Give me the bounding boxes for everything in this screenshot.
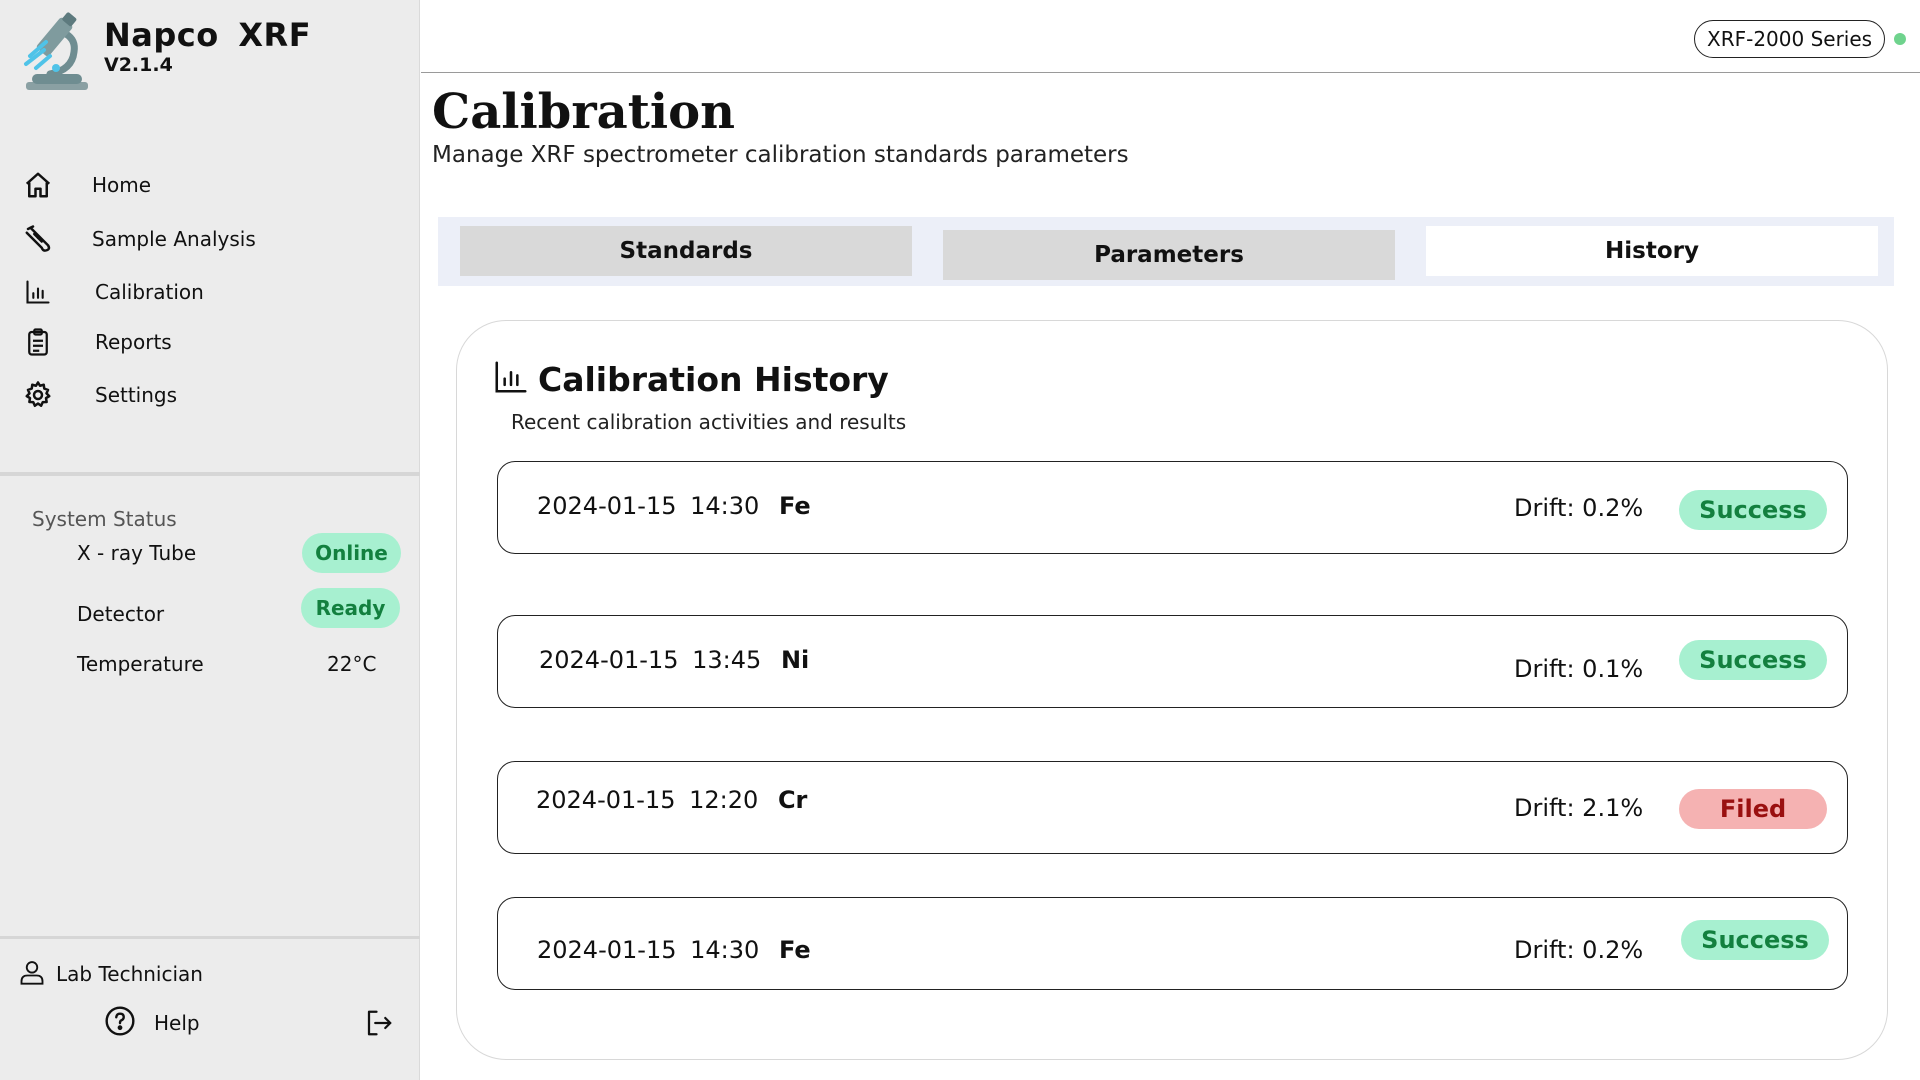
help-label: Help [154,1011,200,1035]
history-entry[interactable]: 2024-01-15 14:30 Fe Drift: 0.2% Success [497,461,1848,554]
sidebar-divider-bottom [0,936,420,939]
entry-time: 14:30 [690,936,760,964]
entry-drift: Drift: 0.2% [1514,936,1644,964]
sidebar: Napco XRF V2.1.4 Home Sample Analysis Ca… [0,0,420,1080]
gear-icon [22,379,54,411]
entry-date: 2024-01-15 [537,936,677,964]
entry-date: 2024-01-15 [536,786,676,814]
nav-item-reports[interactable]: Reports [22,322,172,362]
nav-item-sample-analysis[interactable]: Sample Analysis [22,219,256,259]
clipboard-icon [22,326,54,358]
tab-standards[interactable]: Standards [460,226,912,276]
app-name: Napco XRF [104,16,312,54]
status-value-temperature: 22°C [327,652,377,676]
home-icon [22,169,54,201]
logout-button[interactable] [364,1008,394,1042]
history-subtitle: Recent calibration activities and result… [511,410,907,434]
entry-time: 13:45 [692,646,762,674]
history-title: Calibration History [538,359,889,399]
logout-icon [364,1010,394,1042]
entry-datetime: 2024-01-15 14:30 Fe [537,936,811,964]
tab-strip: Standards Parameters History [438,217,1894,286]
nav-item-home[interactable]: Home [22,165,151,205]
entry-datetime: 2024-01-15 14:30 Fe [537,492,811,520]
entry-result-badge: Success [1681,920,1829,960]
entry-datetime: 2024-01-15 13:45 Ni [539,646,809,674]
nav-item-calibration[interactable]: Calibration [22,272,204,312]
entry-date: 2024-01-15 [537,492,677,520]
status-label-detector: Detector [77,602,165,626]
entry-time: 12:20 [689,786,759,814]
nav-label-reports: Reports [95,330,172,354]
system-status-title: System Status [32,507,177,531]
page-subtitle: Manage XRF spectrometer calibration stan… [432,142,1129,168]
help-button[interactable]: Help [104,1005,200,1041]
user-role: Lab Technician [56,962,203,986]
brand-text: Napco XRF V2.1.4 [104,16,311,76]
status-label-xray-tube: X - ray Tube [77,541,197,565]
bar-chart-icon [22,276,54,308]
tab-history[interactable]: History [1426,226,1878,276]
tab-parameters[interactable]: Parameters [943,230,1395,280]
nav-label-calibration: Calibration [95,280,204,304]
entry-date: 2024-01-15 [539,646,679,674]
history-header: Calibration History [492,358,889,400]
bar-chart-icon [492,358,530,400]
sidebar-divider [0,472,420,476]
user-profile[interactable]: Lab Technician [18,958,203,990]
entry-element: Fe [778,492,811,520]
entry-time: 14:30 [690,492,760,520]
entry-drift: Drift: 0.1% [1514,655,1644,683]
status-label-temperature: Temperature [77,652,204,676]
nav-label-settings: Settings [95,383,178,407]
history-entry[interactable]: 2024-01-15 14:30 Fe Drift: 0.2% Success [497,897,1848,990]
nav-label-sample-analysis: Sample Analysis [92,227,256,251]
device-model-badge[interactable]: XRF-2000 Series [1694,20,1886,58]
entry-datetime: 2024-01-15 12:20 Cr [536,786,807,814]
entry-drift: Drift: 0.2% [1514,494,1644,522]
history-entry[interactable]: 2024-01-15 12:20 Cr Drift: 2.1% Filed [497,761,1848,854]
history-entry[interactable]: 2024-01-15 13:45 Ni Drift: 0.1% Success [497,615,1848,708]
help-icon [104,1005,136,1041]
entry-result-badge: Success [1679,490,1827,530]
page-title: Calibration [432,84,736,140]
entry-element: Ni [780,646,810,674]
entry-result-badge: Filed [1679,789,1827,829]
user-icon [18,958,46,990]
test-tube-icon [22,223,54,255]
entry-result-badge: Success [1679,640,1827,680]
entry-element: Cr [777,786,808,814]
nav-item-settings[interactable]: Settings [22,375,177,415]
status-badge-xray-tube: Online [302,533,401,573]
nav-label-home: Home [92,173,152,197]
brand [22,12,92,90]
entry-drift: Drift: 2.1% [1514,794,1644,822]
microscope-logo-icon [24,12,88,90]
connection-status-dot [1894,33,1906,45]
app-version: V2.1.4 [104,54,173,76]
status-badge-detector: Ready [301,588,400,628]
entry-element: Fe [778,936,811,964]
